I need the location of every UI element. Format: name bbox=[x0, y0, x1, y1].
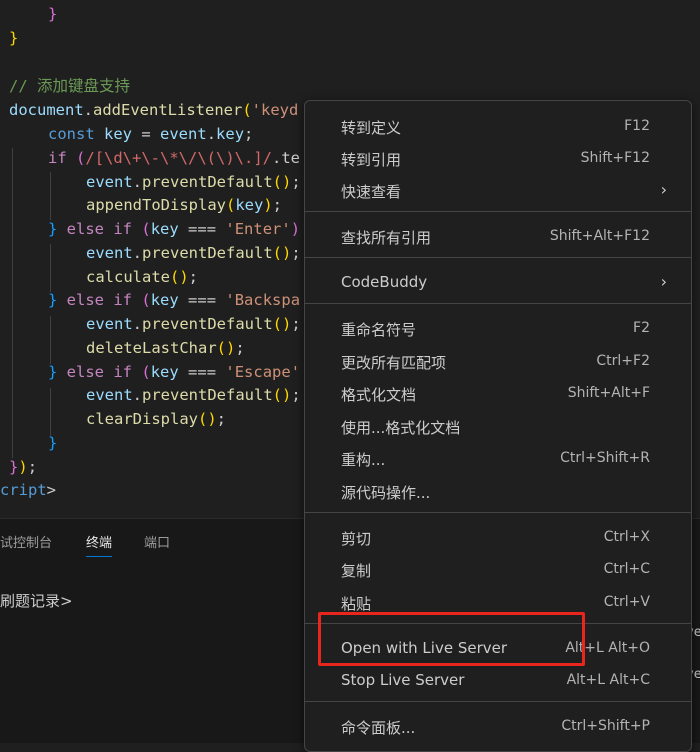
code-line: deleteLastChar(); bbox=[86, 339, 245, 357]
menu-separator bbox=[305, 512, 691, 513]
code-line: } else if (key === 'Enter') bbox=[48, 220, 301, 238]
menu-separator bbox=[305, 257, 691, 258]
menu-item-label: 复制 bbox=[341, 562, 372, 580]
menu-item-shortcut: Ctrl+V bbox=[603, 594, 650, 610]
code-line: event.preventDefault(); bbox=[86, 315, 301, 333]
code-comment: // 添加键盘支持 bbox=[9, 77, 130, 95]
menu-item-shortcut: Ctrl+C bbox=[603, 561, 650, 577]
menu-item-go-to-definition[interactable]: 转到定义 F12 bbox=[305, 111, 691, 141]
tab-ports[interactable]: 端口 bbox=[144, 532, 170, 551]
menu-item-label: 转到引用 bbox=[341, 151, 402, 169]
code-line: const key = event.key; bbox=[48, 125, 254, 143]
tab-debug-console[interactable]: 试控制台 bbox=[0, 532, 52, 551]
highlight-annotation-box bbox=[318, 612, 585, 666]
tab-terminal[interactable]: 终端 bbox=[86, 532, 113, 557]
menu-item-refactor[interactable]: 重构... Ctrl+Shift+R bbox=[305, 443, 691, 473]
code-line: if (/[\d\+\-\*\/\(\)\.]/.te bbox=[48, 149, 300, 167]
menu-item-cut[interactable]: 剪切 Ctrl+X bbox=[305, 522, 691, 552]
menu-item-stop-live-server[interactable]: Stop Live Server Alt+L Alt+C bbox=[305, 665, 691, 695]
code-line: cript> bbox=[0, 481, 57, 499]
code-line: event.preventDefault(); bbox=[86, 173, 301, 191]
menu-item-format-document-with[interactable]: 使用...格式化文档 bbox=[305, 411, 691, 441]
menu-item-label: 剪切 bbox=[341, 530, 372, 548]
menu-separator bbox=[305, 701, 691, 702]
code-line: } bbox=[48, 5, 58, 23]
code-line: document.addEventListener('keyd bbox=[9, 101, 299, 119]
chevron-right-icon: › bbox=[660, 272, 667, 291]
menu-item-label: 重命名符号 bbox=[341, 321, 417, 339]
menu-item-shortcut: Ctrl+X bbox=[603, 529, 650, 545]
menu-item-shortcut: Shift+Alt+F12 bbox=[549, 228, 650, 244]
menu-item-shortcut: Shift+F12 bbox=[580, 150, 650, 166]
menu-item-shortcut: F2 bbox=[633, 320, 650, 336]
menu-item-label: CodeBuddy bbox=[341, 273, 428, 291]
menu-separator bbox=[305, 211, 691, 212]
code-line: }); bbox=[9, 458, 38, 476]
menu-item-source-action[interactable]: 源代码操作... bbox=[305, 476, 691, 506]
code-line: } else if (key === 'Escape' bbox=[48, 363, 301, 381]
menu-item-copy[interactable]: 复制 Ctrl+C bbox=[305, 554, 691, 584]
menu-item-peek[interactable]: 快速查看 › bbox=[305, 175, 691, 205]
menu-item-command-palette[interactable]: 命令面板... Ctrl+Shift+P bbox=[305, 711, 691, 741]
menu-item-shortcut: Ctrl+F2 bbox=[596, 353, 650, 369]
menu-item-label: 快速查看 bbox=[341, 183, 402, 201]
menu-item-go-to-references[interactable]: 转到引用 Shift+F12 bbox=[305, 143, 691, 173]
menu-separator bbox=[305, 303, 691, 304]
code-line: calculate(); bbox=[86, 268, 199, 286]
code-line: appendToDisplay(key); bbox=[86, 196, 283, 214]
menu-item-label: 转到定义 bbox=[341, 119, 402, 137]
menu-item-format-document[interactable]: 格式化文档 Shift+Alt+F bbox=[305, 378, 691, 408]
menu-item-label: 更改所有匹配项 bbox=[341, 354, 447, 372]
menu-item-change-all-occurrences[interactable]: 更改所有匹配项 Ctrl+F2 bbox=[305, 346, 691, 376]
terminal-prompt[interactable]: 刷题记录> bbox=[0, 590, 73, 611]
code-line: clearDisplay(); bbox=[86, 410, 226, 428]
menu-item-label: 使用...格式化文档 bbox=[341, 419, 461, 437]
menu-item-shortcut: Ctrl+Shift+R bbox=[560, 450, 650, 466]
menu-item-label: 源代码操作... bbox=[341, 484, 431, 502]
menu-item-label: 查找所有引用 bbox=[341, 229, 432, 247]
menu-item-label: Stop Live Server bbox=[341, 671, 465, 689]
menu-item-label: 重构... bbox=[341, 451, 386, 469]
menu-item-label: 格式化文档 bbox=[341, 386, 417, 404]
code-line: event.preventDefault(); bbox=[86, 386, 301, 404]
menu-item-shortcut: F12 bbox=[624, 118, 650, 134]
chevron-right-icon: › bbox=[660, 180, 667, 199]
code-line: } else if (key === 'Backspa bbox=[48, 291, 301, 309]
menu-item-shortcut: Alt+L Alt+C bbox=[566, 672, 650, 688]
menu-item-label: 命令面板... bbox=[341, 719, 416, 737]
code-line: event.preventDefault(); bbox=[86, 244, 301, 262]
menu-item-codebuddy[interactable]: CodeBuddy › bbox=[305, 267, 691, 297]
menu-item-shortcut: Ctrl+Shift+P bbox=[561, 718, 650, 734]
menu-item-find-all-references[interactable]: 查找所有引用 Shift+Alt+F12 bbox=[305, 221, 691, 251]
menu-item-shortcut: Shift+Alt+F bbox=[567, 385, 650, 401]
menu-item-label: 粘贴 bbox=[341, 595, 372, 613]
code-line: } bbox=[48, 434, 58, 452]
code-line: } bbox=[9, 29, 19, 47]
menu-item-rename-symbol[interactable]: 重命名符号 F2 bbox=[305, 313, 691, 343]
